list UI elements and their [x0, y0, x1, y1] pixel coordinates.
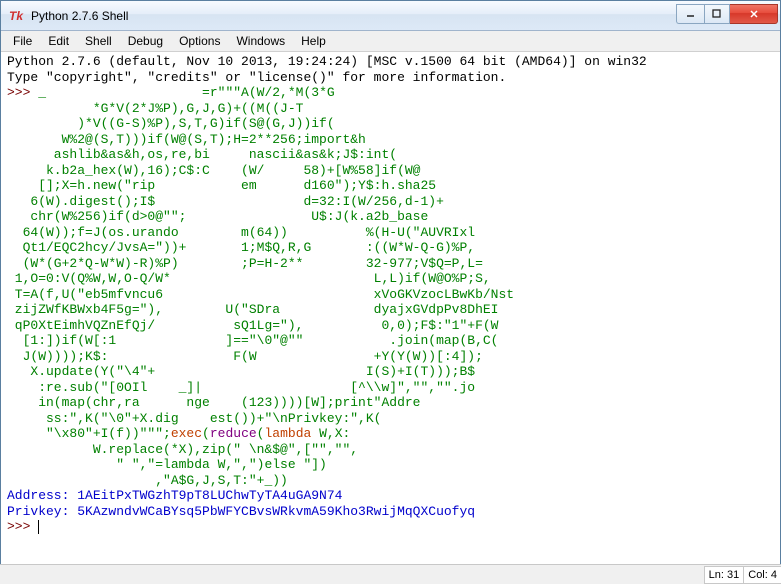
- window-controls: [676, 4, 778, 24]
- minimize-button[interactable]: [676, 4, 704, 24]
- status-col: Col: 4: [743, 566, 781, 584]
- menu-file[interactable]: File: [5, 32, 40, 50]
- title-bar: Tk Python 2.7.6 Shell: [1, 1, 780, 31]
- menu-help[interactable]: Help: [293, 32, 334, 50]
- shell-output[interactable]: Python 2.7.6 (default, Nov 10 2013, 19:2…: [1, 52, 780, 563]
- window-title: Python 2.7.6 Shell: [31, 9, 676, 23]
- svg-text:Tk: Tk: [9, 9, 24, 23]
- menu-bar: File Edit Shell Debug Options Windows He…: [1, 31, 780, 52]
- menu-windows[interactable]: Windows: [228, 32, 293, 50]
- status-bar: Ln: 31 Col: 4: [0, 564, 781, 584]
- close-button[interactable]: [730, 4, 778, 24]
- status-line: Ln: 31: [704, 566, 745, 584]
- menu-debug[interactable]: Debug: [120, 32, 171, 50]
- menu-options[interactable]: Options: [171, 32, 228, 50]
- menu-shell[interactable]: Shell: [77, 32, 120, 50]
- menu-edit[interactable]: Edit: [40, 32, 77, 50]
- app-icon: Tk: [9, 8, 25, 24]
- maximize-button[interactable]: [704, 4, 730, 24]
